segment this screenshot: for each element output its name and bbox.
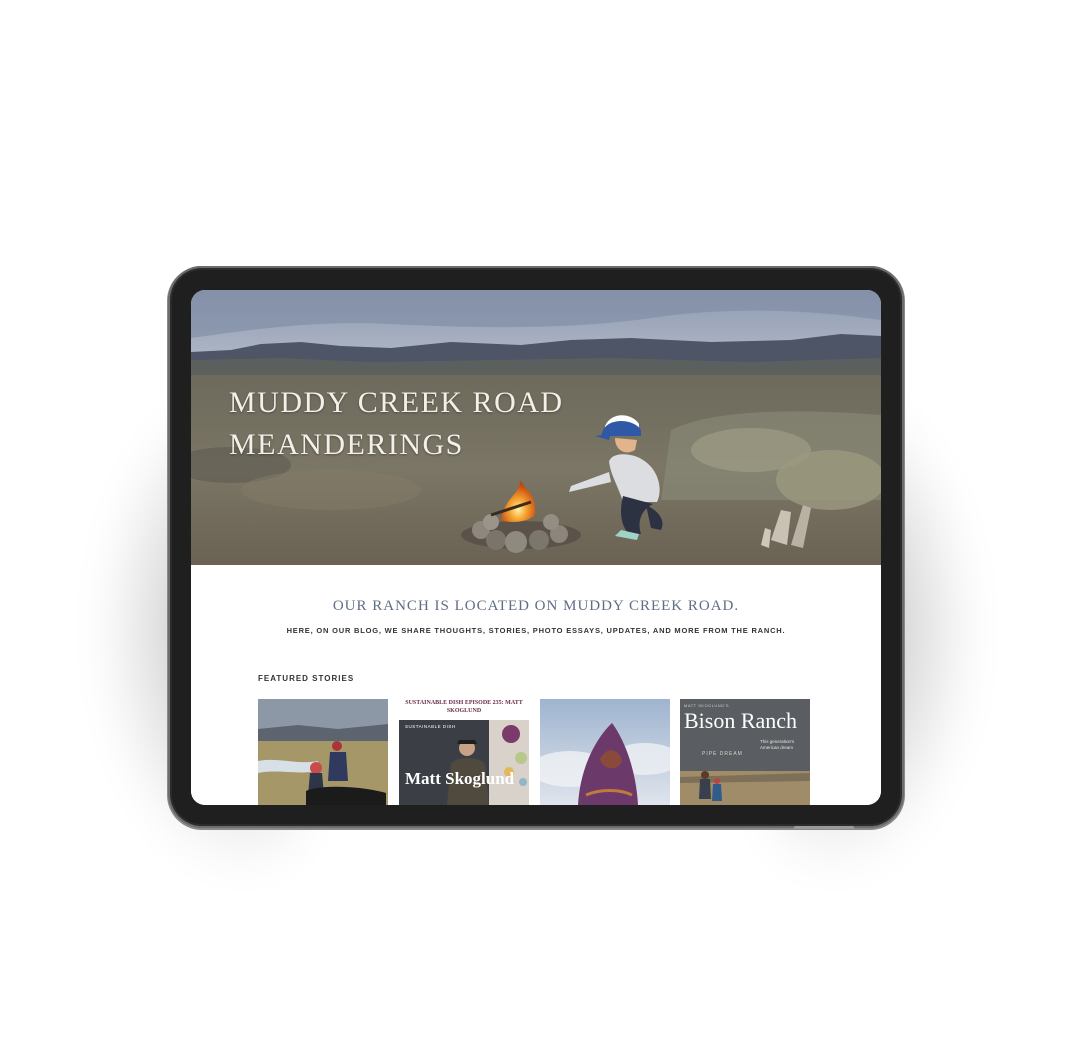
- story-photo-painted-rock: [540, 699, 670, 805]
- page-content: OUR RANCH IS LOCATED ON MUDDY CREEK ROAD…: [191, 565, 881, 805]
- featured-story-card[interactable]: SUSTAINABLE DISH EPISODE 235: MATT SKOGL…: [399, 699, 529, 805]
- podcast-kicker-text: SUSTAINABLE DISH: [405, 724, 456, 729]
- tablet-screen: MUDDY CREEK ROAD MEANDERINGS OUR RANCH I…: [191, 290, 881, 805]
- article-title: Bison Ranch: [684, 708, 798, 733]
- featured-story-card[interactable]: [258, 699, 388, 805]
- featured-story-card[interactable]: [540, 699, 670, 805]
- podcast-guest-name: Matt Skoglund: [405, 769, 515, 788]
- podcast-cover-graphic: [399, 720, 529, 805]
- hero-banner: MUDDY CREEK ROAD MEANDERINGS: [191, 290, 881, 565]
- tablet-side-button: [794, 826, 854, 829]
- site-title-line2: MEANDERINGS: [229, 428, 464, 461]
- article-blurb: This generation's American dream: [760, 739, 795, 750]
- story-photo-children-dog: [258, 699, 388, 805]
- podcast-cover-art: SUSTAINABLE DISH Matt Skoglund: [399, 720, 529, 805]
- site-title: MUDDY CREEK ROAD MEANDERINGS: [229, 382, 564, 466]
- featured-story-card[interactable]: MATT SKOGLUND'S Bison Ranch PIPE DREAM T…: [680, 699, 810, 805]
- site-title-line1: MUDDY CREEK ROAD: [229, 386, 564, 419]
- featured-stories-heading: FEATURED STORIES: [258, 674, 355, 683]
- ranch-tagline: OUR RANCH IS LOCATED ON MUDDY CREEK ROAD…: [332, 598, 740, 614]
- blog-description: HERE, ON OUR BLOG, WE SHARE THOUGHTS, ST…: [286, 626, 786, 635]
- article-subtitle: PIPE DREAM: [702, 751, 743, 757]
- podcast-episode-title: SUSTAINABLE DISH EPISODE 235: MATT SKOGL…: [405, 700, 523, 714]
